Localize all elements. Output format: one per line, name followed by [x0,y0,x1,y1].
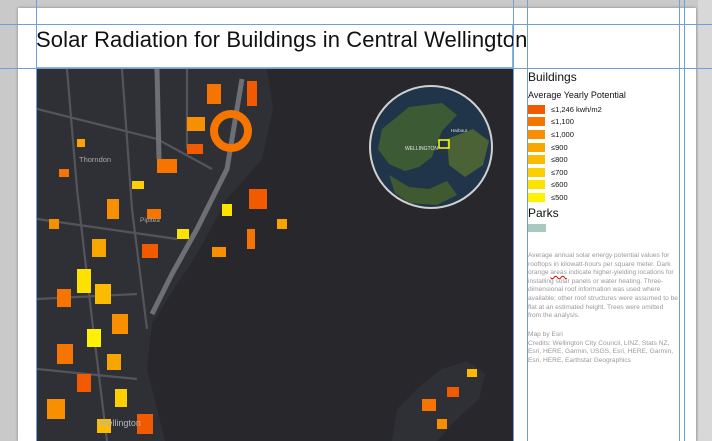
legend-class-row: ≤800 [528,153,678,166]
map-label-wellington: Wellington [99,418,141,428]
legend-swatch [528,142,545,152]
legend-parks-heading: Parks [528,205,559,220]
map-author: Map by Esri [528,331,563,338]
spellcheck-word: areas [550,269,567,277]
legend-swatch [528,167,545,177]
layout-guide [513,0,514,441]
legend-class-label: ≤600 [551,180,568,190]
map-description[interactable]: Average annual solar energy potential va… [528,252,678,321]
layout-guide [0,24,712,25]
legend-class-row: ≤500 [528,191,678,204]
legend-swatch [528,117,545,127]
legend-swatch [528,129,545,139]
legend-class-label: ≤500 [551,192,568,202]
legend-class-label: ≤1,100 [551,117,574,127]
map-label-thorndon: Thorndon [79,155,111,164]
legend-subheading: Average Yearly Potential [528,90,626,100]
legend-class-label: ≤1,000 [551,129,574,139]
legend-class-row: ≤600 [528,179,678,192]
legend-parks-swatch [528,223,546,232]
layout-guide [36,0,37,441]
map-credits[interactable]: Map by Esri Credits: Wellington City Cou… [528,331,680,365]
legend-class-label: ≤800 [551,155,568,165]
legend-class-label: ≤1,246 kwh/m2 [551,104,602,114]
legend-class-label: ≤700 [551,167,568,177]
overview-inset[interactable]: WELLINGTON Harbour [369,85,493,209]
legend-panel[interactable]: Buildings Average Yearly Potential ≤1,24… [528,70,678,232]
legend-class-row: ≤1,100 [528,116,678,129]
map-canvas: Thorndon Pipitea Wellington WELLINGTON H… [37,69,513,441]
map-frame[interactable]: Thorndon Pipitea Wellington WELLINGTON H… [37,69,513,441]
legend-class-row: ≤900 [528,141,678,154]
inset-label-wellington: WELLINGTON [405,146,438,152]
map-label-pipitea: Pipitea [140,217,160,224]
legend-class-row: ≤700 [528,166,678,179]
legend-swatch [528,192,545,202]
layout-guide [679,0,680,441]
layout-guide [684,0,685,441]
legend-class-row: ≤1,000 [528,128,678,141]
description-text: indicate higher-yielding locations for i… [528,269,678,320]
scroll-area [698,0,712,441]
legend-swatch [528,104,545,114]
inset-label-harbour: Harbour [451,128,468,133]
legend-swatch [528,155,545,165]
legend-class-row: ≤1,246 kwh/m2 [528,103,678,116]
layout-guide [0,68,712,69]
layout-guide [527,0,528,441]
legend-swatch [528,180,545,190]
legend-class-label: ≤900 [551,142,568,152]
legend-heading: Buildings [528,70,577,84]
credits-text: Credits: Wellington City Council, LINZ, … [528,339,674,364]
map-title: Solar Radiation for Buildings in Central… [36,27,528,52]
